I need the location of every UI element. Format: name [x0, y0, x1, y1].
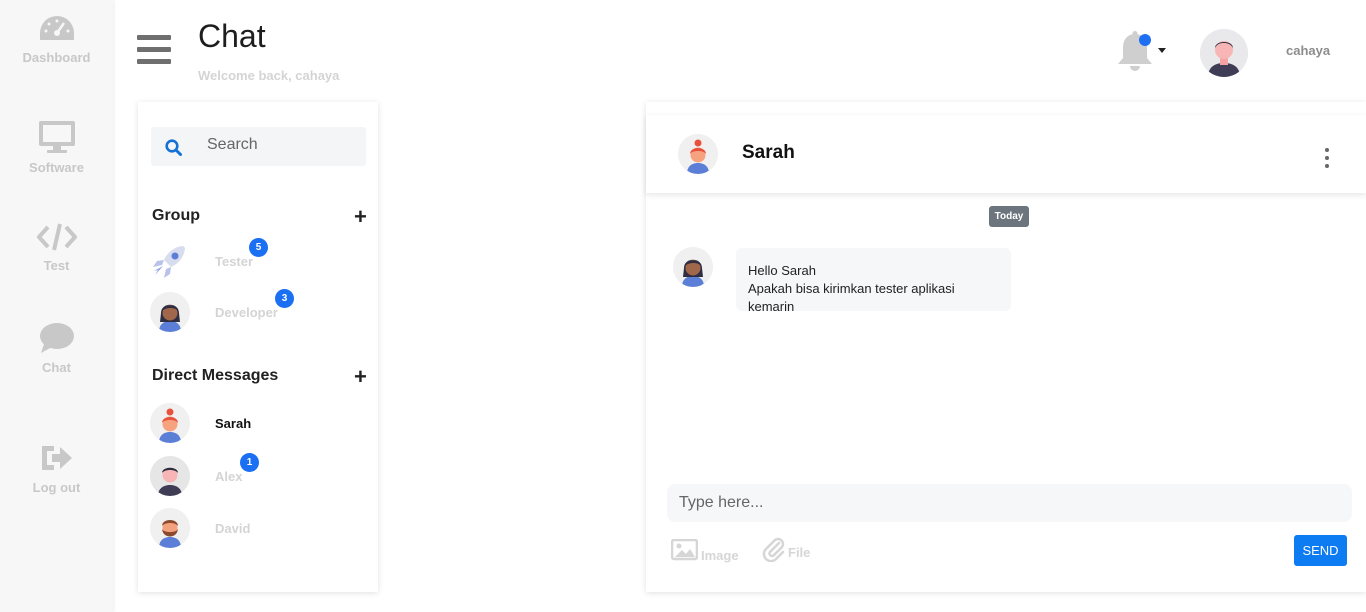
logout-icon	[41, 446, 72, 470]
unread-badge: 5	[249, 238, 268, 257]
dm-item-david[interactable]: David	[150, 508, 365, 552]
hamburger-menu-button[interactable]	[137, 35, 171, 67]
sidebar-item-label: Dashboard	[22, 50, 91, 65]
dm-name: Alex	[215, 469, 243, 484]
sidebar-item-label: Test	[43, 258, 70, 273]
woman-avatar	[150, 292, 190, 332]
add-group-button[interactable]: +	[354, 206, 367, 228]
attach-file-button[interactable]: File	[762, 536, 822, 564]
user-name[interactable]: cahaya	[1286, 43, 1330, 58]
chevron-down-icon[interactable]	[1158, 48, 1166, 53]
chat-panel: Sarah Today Hello Sarah Apakah bisa kiri…	[646, 102, 1366, 592]
unread-badge: 1	[240, 453, 259, 472]
image-label: Image	[701, 548, 739, 563]
sidebar: Dashboard Software Test Chat Log out	[0, 0, 113, 612]
dm-name: Sarah	[215, 416, 252, 431]
woman-avatar	[673, 247, 713, 287]
unread-badge: 3	[275, 289, 294, 308]
dm-item-alex[interactable]: Alex 1	[150, 453, 365, 500]
send-button[interactable]: SEND	[1294, 535, 1347, 566]
page-subtitle: Welcome back, cahaya	[198, 68, 340, 83]
add-dm-button[interactable]: +	[354, 366, 367, 388]
code-icon	[36, 223, 77, 251]
message-input[interactable]	[667, 484, 1352, 522]
sidebar-item-logout[interactable]: Log out	[0, 442, 113, 495]
paperclip-icon	[762, 537, 785, 562]
speedometer-icon	[39, 16, 74, 40]
sidebar-item-chat[interactable]: Chat	[0, 322, 113, 375]
chat-bubble-icon	[39, 323, 74, 353]
message-line: Apakah bisa kirimkan tester aplikasi kem…	[748, 281, 955, 314]
woman-redhead-avatar	[150, 403, 190, 443]
contacts-panel: Group + Tester 5 Developer 3	[138, 102, 378, 592]
group-item-tester[interactable]: Tester 5	[150, 238, 365, 285]
message-line: Hello Sarah	[748, 263, 816, 278]
group-name: Tester	[215, 254, 254, 269]
monitor-icon	[38, 121, 75, 153]
search-icon	[165, 139, 182, 156]
man-avatar	[150, 456, 190, 496]
chat-header: Sarah	[646, 115, 1366, 193]
search-box	[151, 127, 366, 166]
dm-name: David	[215, 521, 251, 536]
chat-contact-name: Sarah	[742, 142, 795, 163]
avatar[interactable]	[1200, 29, 1248, 77]
rocket-icon	[150, 241, 190, 281]
search-input[interactable]	[207, 136, 357, 154]
sidebar-item-software[interactable]: Software	[0, 120, 113, 175]
sidebar-item-test[interactable]: Test	[0, 222, 113, 273]
notification-dot	[1139, 34, 1151, 46]
sidebar-item-dashboard[interactable]: Dashboard	[0, 14, 113, 65]
group-section-title: Group	[152, 207, 200, 224]
sidebar-item-label: Log out	[32, 480, 81, 495]
file-label: File	[788, 545, 811, 560]
sidebar-item-label: Software	[29, 160, 84, 175]
user-avatar-icon	[1200, 29, 1248, 77]
message-bubble: Hello Sarah Apakah bisa kirimkan tester …	[736, 248, 1011, 314]
sidebar-item-label: Chat	[42, 360, 71, 375]
more-options-icon[interactable]	[1324, 148, 1330, 170]
image-icon	[671, 539, 698, 561]
attach-image-button[interactable]: Image	[671, 536, 741, 564]
woman-redhead-avatar	[678, 134, 718, 174]
page-title: Chat	[198, 18, 266, 54]
group-item-developer[interactable]: Developer 3	[150, 289, 365, 336]
group-name: Developer	[215, 305, 278, 320]
date-separator: Today	[989, 206, 1029, 227]
dm-section-title: Direct Messages	[152, 367, 279, 384]
bearded-man-avatar	[150, 508, 190, 548]
dm-item-sarah[interactable]: Sarah	[150, 403, 365, 447]
